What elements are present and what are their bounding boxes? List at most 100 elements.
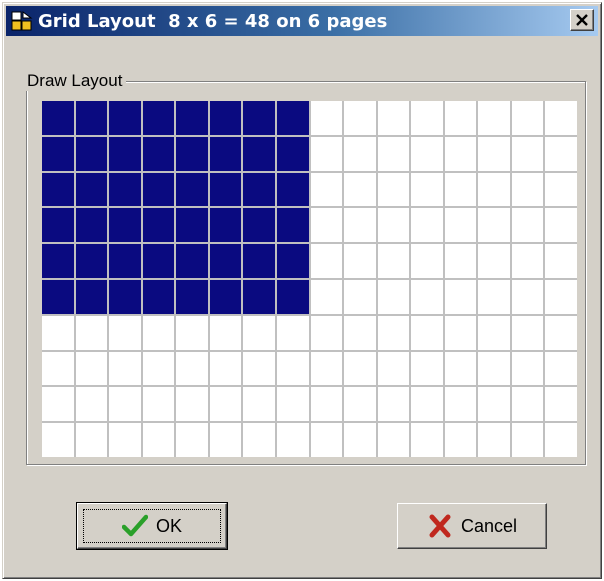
grid-cell[interactable] <box>310 136 343 171</box>
grid-cell[interactable] <box>377 387 410 422</box>
grid-cell-selected[interactable] <box>75 279 108 314</box>
grid-cell-selected[interactable] <box>276 172 309 207</box>
layout-grid-area[interactable] <box>42 101 577 457</box>
grid-cell[interactable] <box>478 172 510 207</box>
grid-cell[interactable] <box>142 423 175 457</box>
grid-cell-selected[interactable] <box>75 136 108 171</box>
cancel-button[interactable]: Cancel <box>397 503 547 549</box>
grid-cell-selected[interactable] <box>176 279 208 314</box>
grid-cell[interactable] <box>511 101 544 135</box>
grid-cell-selected[interactable] <box>42 101 74 135</box>
grid-cell[interactable] <box>310 208 343 243</box>
grid-cell-selected[interactable] <box>142 172 175 207</box>
grid-cell-selected[interactable] <box>243 101 275 135</box>
grid-cell[interactable] <box>444 423 477 457</box>
grid-cell[interactable] <box>243 351 275 386</box>
grid-cell[interactable] <box>109 351 141 386</box>
grid-cell[interactable] <box>176 315 208 350</box>
grid-cell-selected[interactable] <box>142 244 175 278</box>
grid-cell[interactable] <box>411 423 443 457</box>
grid-cell-selected[interactable] <box>209 172 242 207</box>
grid-cell-selected[interactable] <box>109 172 141 207</box>
grid-cell-selected[interactable] <box>209 136 242 171</box>
grid-cell[interactable] <box>511 387 544 422</box>
grid-cell-selected[interactable] <box>109 136 141 171</box>
grid-cell-selected[interactable] <box>209 244 242 278</box>
grid-cell-selected[interactable] <box>109 208 141 243</box>
grid-cell[interactable] <box>478 208 510 243</box>
grid-cell[interactable] <box>142 315 175 350</box>
grid-cell[interactable] <box>478 279 510 314</box>
grid-cell-selected[interactable] <box>75 101 108 135</box>
grid-cell[interactable] <box>344 315 376 350</box>
grid-cell-selected[interactable] <box>176 101 208 135</box>
grid-cell-selected[interactable] <box>276 101 309 135</box>
grid-cell-selected[interactable] <box>209 208 242 243</box>
grid-cell-selected[interactable] <box>176 208 208 243</box>
grid-cell[interactable] <box>511 172 544 207</box>
grid-cell[interactable] <box>411 315 443 350</box>
grid-cell[interactable] <box>276 315 309 350</box>
grid-cell[interactable] <box>310 315 343 350</box>
grid-cell-selected[interactable] <box>142 101 175 135</box>
grid-cell[interactable] <box>109 315 141 350</box>
grid-cell[interactable] <box>511 136 544 171</box>
ok-button[interactable]: OK <box>76 502 228 550</box>
grid-cell[interactable] <box>344 136 376 171</box>
grid-cell[interactable] <box>377 136 410 171</box>
grid-cell[interactable] <box>142 351 175 386</box>
grid-cell[interactable] <box>478 136 510 171</box>
grid-cell[interactable] <box>478 423 510 457</box>
grid-cell[interactable] <box>209 423 242 457</box>
grid-cell[interactable] <box>344 172 376 207</box>
grid-cell[interactable] <box>176 387 208 422</box>
grid-cell-selected[interactable] <box>176 172 208 207</box>
grid-cell[interactable] <box>75 423 108 457</box>
grid-cell[interactable] <box>310 423 343 457</box>
grid-cell[interactable] <box>310 244 343 278</box>
grid-cell[interactable] <box>545 279 577 314</box>
grid-cell[interactable] <box>276 351 309 386</box>
grid-cell-selected[interactable] <box>276 136 309 171</box>
grid-cell[interactable] <box>511 244 544 278</box>
grid-cell-selected[interactable] <box>109 244 141 278</box>
grid-cell[interactable] <box>511 423 544 457</box>
grid-cell-selected[interactable] <box>276 208 309 243</box>
grid-cell[interactable] <box>444 315 477 350</box>
grid-cell[interactable] <box>75 315 108 350</box>
grid-cell[interactable] <box>511 208 544 243</box>
grid-cell[interactable] <box>276 423 309 457</box>
grid-cell[interactable] <box>545 101 577 135</box>
grid-cell[interactable] <box>209 315 242 350</box>
grid-cell[interactable] <box>478 351 510 386</box>
grid-cell[interactable] <box>377 208 410 243</box>
grid-cell[interactable] <box>478 387 510 422</box>
grid-cell[interactable] <box>344 351 376 386</box>
grid-cell[interactable] <box>209 351 242 386</box>
grid-cell-selected[interactable] <box>142 208 175 243</box>
grid-cell[interactable] <box>444 279 477 314</box>
grid-cell[interactable] <box>545 351 577 386</box>
grid-cell[interactable] <box>545 423 577 457</box>
grid-cell[interactable] <box>511 279 544 314</box>
grid-cell-selected[interactable] <box>276 244 309 278</box>
grid-cell-selected[interactable] <box>209 279 242 314</box>
grid-cell[interactable] <box>377 351 410 386</box>
grid-cell[interactable] <box>444 172 477 207</box>
grid-cell[interactable] <box>377 423 410 457</box>
grid-cell-selected[interactable] <box>75 172 108 207</box>
grid-cell[interactable] <box>209 387 242 422</box>
grid-cell[interactable] <box>444 244 477 278</box>
grid-cell[interactable] <box>478 101 510 135</box>
grid-cell[interactable] <box>545 172 577 207</box>
grid-cell-selected[interactable] <box>176 136 208 171</box>
grid-cell[interactable] <box>243 387 275 422</box>
grid-cell[interactable] <box>310 351 343 386</box>
grid-cell[interactable] <box>344 244 376 278</box>
grid-cell[interactable] <box>545 244 577 278</box>
grid-cell[interactable] <box>109 387 141 422</box>
grid-cell[interactable] <box>310 101 343 135</box>
grid-cell-selected[interactable] <box>42 136 74 171</box>
grid-cell-selected[interactable] <box>42 244 74 278</box>
grid-cell[interactable] <box>444 101 477 135</box>
